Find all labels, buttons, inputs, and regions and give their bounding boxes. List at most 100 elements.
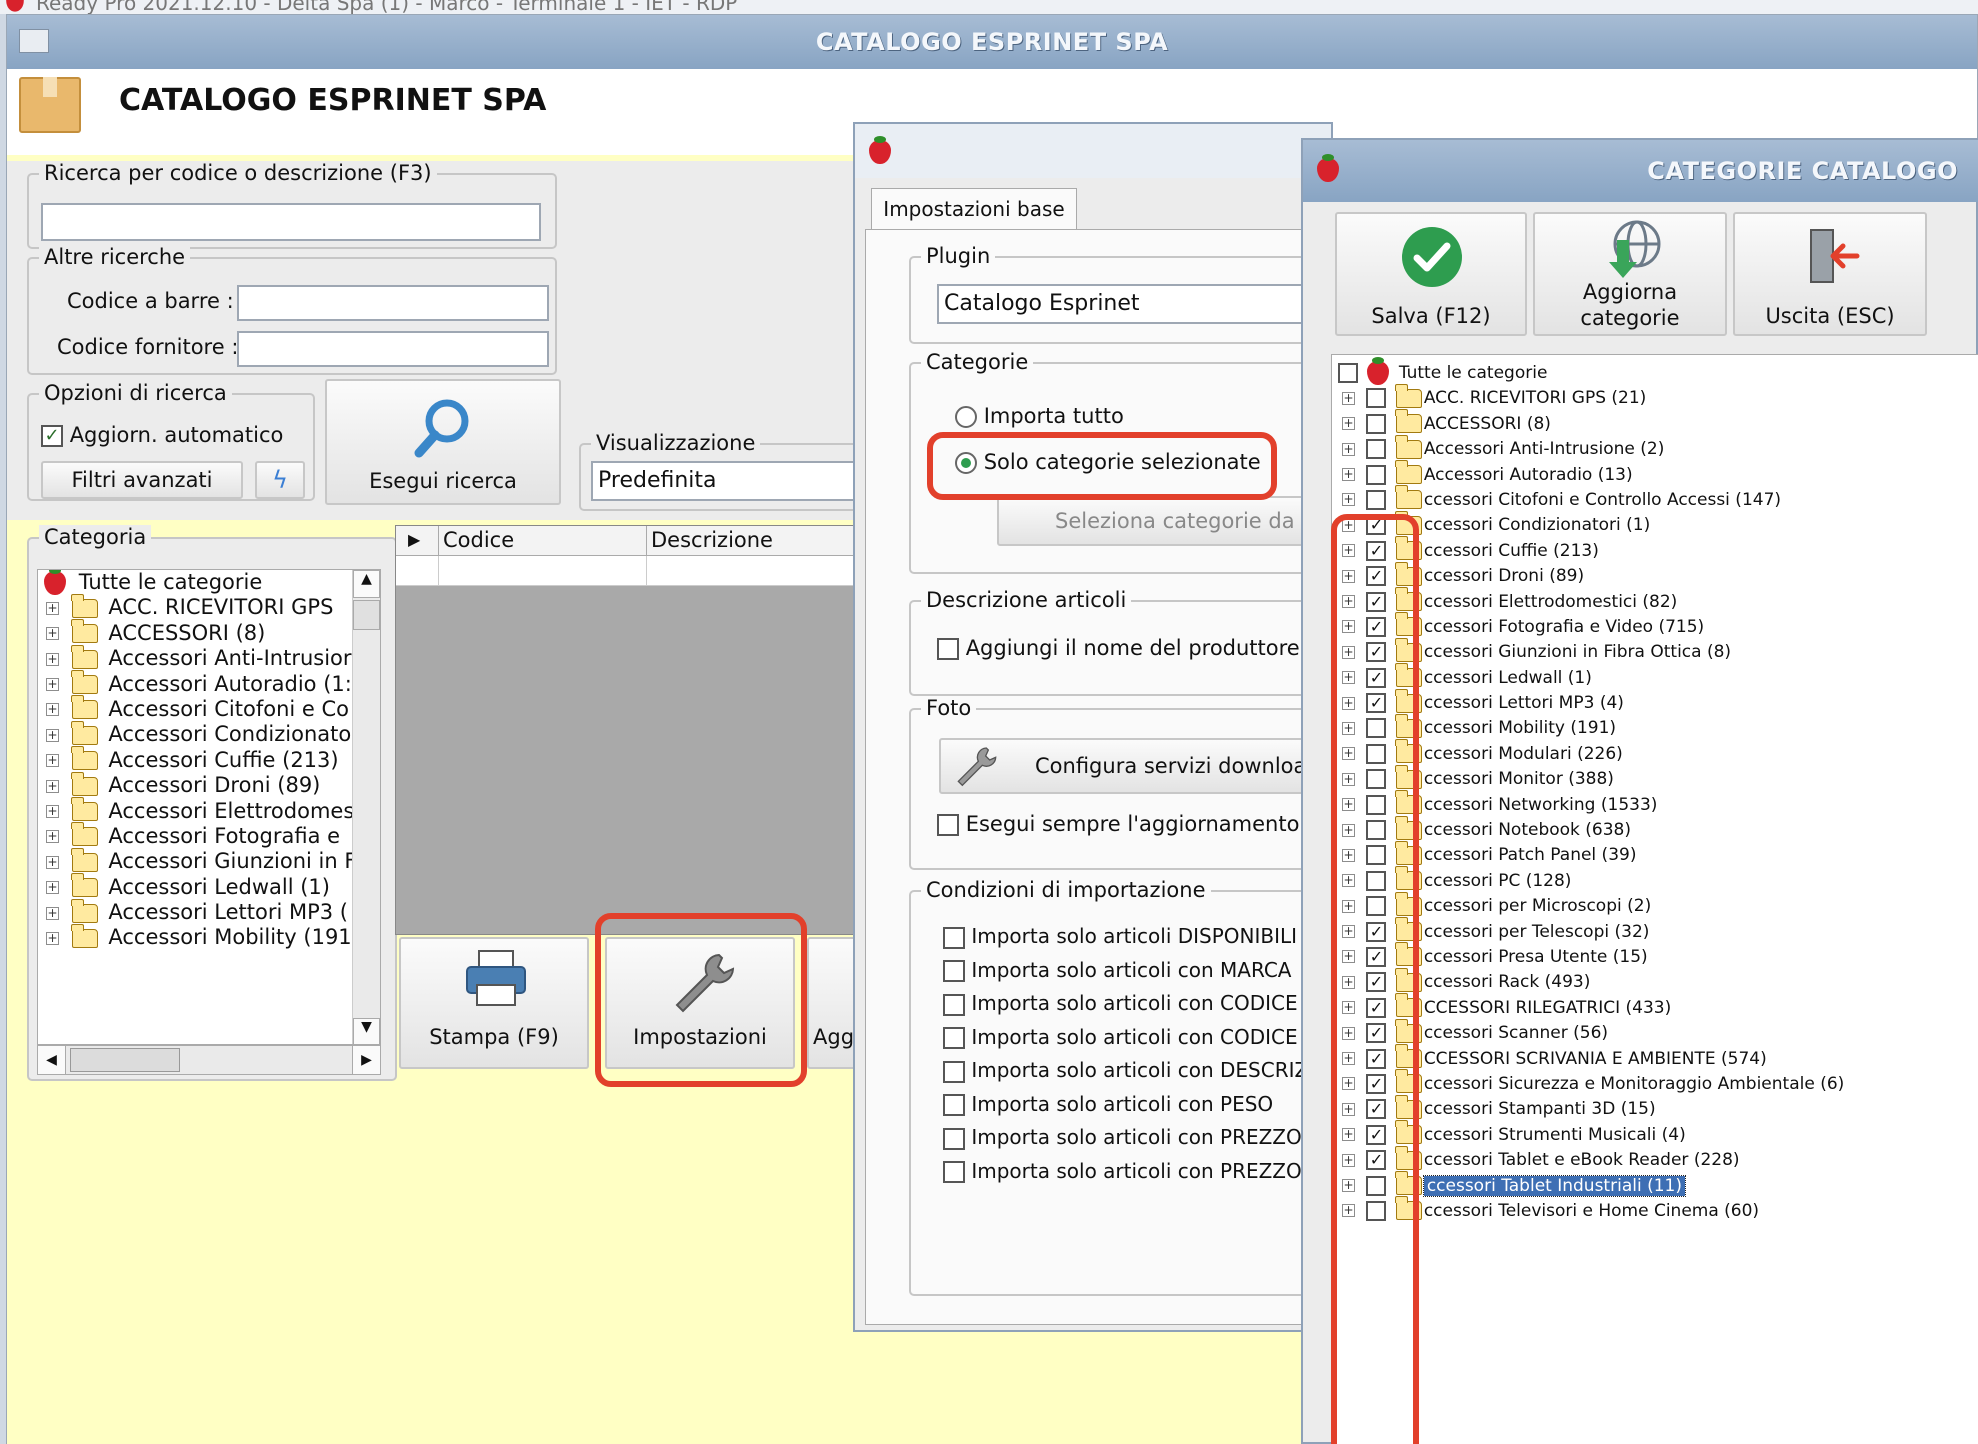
expand-icon[interactable]: + — [1342, 417, 1355, 431]
expand-icon[interactable]: + — [1342, 493, 1355, 507]
category-item[interactable]: + ccessori Televisori e Home Cinema (60) — [1332, 1196, 1978, 1224]
expand-icon[interactable]: + — [46, 881, 59, 895]
grid-col-desc[interactable]: Descrizione — [646, 526, 856, 556]
category-item[interactable]: + ccessori Tablet Industriali (11) — [1332, 1171, 1978, 1199]
category-item[interactable]: + ACCESSORI (8) — [1332, 409, 1978, 437]
grid-empty-row[interactable] — [396, 556, 856, 586]
category-item[interactable]: + ccessori PC (128) — [1332, 866, 1978, 894]
tree-root[interactable]: Tutte le categorie — [38, 570, 380, 595]
category-item[interactable]: + ✓ ccessori Stampanti 3D (15) — [1332, 1094, 1978, 1122]
scroll-thumb[interactable] — [353, 600, 380, 630]
category-item[interactable]: + ✓ ccessori Strumenti Musicali (4) — [1332, 1120, 1978, 1148]
category-item[interactable]: + ✓ ccessori Elettrodomestici (82) — [1332, 587, 1978, 615]
condition-checkbox[interactable]: Importa solo articoli con CODICE A — [943, 987, 1331, 1021]
lightning-button[interactable]: ϟ — [255, 461, 305, 499]
expand-icon[interactable]: + — [46, 678, 59, 692]
window-menu-icon[interactable] — [19, 29, 49, 53]
grid-col-code[interactable]: Codice — [438, 526, 646, 556]
category-item[interactable]: + ✓ ccessori Rack (493) — [1332, 967, 1978, 995]
execute-search-button[interactable]: Esegui ricerca — [325, 379, 561, 505]
expand-icon[interactable]: + — [46, 906, 59, 920]
category-item[interactable]: + ✓ ccessori per Telescopi (32) — [1332, 917, 1978, 945]
expand-icon[interactable]: + — [46, 931, 59, 945]
tree-item[interactable]: + Accessori Giunzioni in F — [38, 847, 380, 874]
category-item[interactable]: + ccessori per Microscopi (2) — [1332, 891, 1978, 919]
category-item[interactable]: + ✓ CCESSORI RILEGATRICI (433) — [1332, 993, 1978, 1021]
condition-checkbox[interactable]: Importa solo articoli con PESO — [943, 1088, 1331, 1122]
category-item[interactable]: + Accessori Autoradio (13) — [1332, 460, 1978, 488]
settings-dialog-titlebar[interactable] — [855, 124, 1331, 178]
tree-item[interactable]: + Accessori Citofoni e Co — [38, 695, 380, 722]
hscroll-left-arrow[interactable]: ◀ — [38, 1046, 66, 1074]
expand-icon[interactable]: + — [46, 754, 59, 768]
category-item[interactable]: + ccessori Monitor (388) — [1332, 764, 1978, 792]
articles-grid[interactable]: ▶ Codice Descrizione — [395, 525, 856, 935]
print-button[interactable]: Stampa (F9) — [399, 937, 589, 1069]
category-item[interactable]: + ACC. RICEVITORI GPS (21) — [1332, 383, 1978, 411]
condition-checkbox[interactable]: Importa solo articoli con CODICE A — [943, 1021, 1331, 1055]
tree-item[interactable]: + Accessori Condizionato — [38, 720, 380, 747]
hscroll-right-arrow[interactable]: ▶ — [352, 1046, 380, 1074]
supplier-code-input[interactable] — [237, 331, 549, 367]
tree-item[interactable]: + Accessori Droni (89) — [38, 771, 380, 798]
category-item[interactable]: + ccessori Patch Panel (39) — [1332, 840, 1978, 868]
categories-tree[interactable]: Tutte le categorie + ACC. RICEVITORI GPS… — [1331, 354, 1978, 1444]
category-item[interactable]: + ccessori Modulari (226) — [1332, 739, 1978, 767]
expand-icon[interactable]: + — [46, 703, 59, 717]
expand-icon[interactable]: + — [46, 627, 59, 641]
expand-icon[interactable]: + — [46, 779, 59, 793]
categories-dialog-titlebar[interactable]: CATEGORIE CATALOGO — [1303, 140, 1978, 202]
tree-hscroll[interactable]: ◀ ▶ — [37, 1045, 381, 1075]
condition-checkbox[interactable]: Importa solo articoli con PREZZO D — [943, 1155, 1331, 1189]
select-categories-button[interactable]: Seleziona categorie da — [997, 496, 1331, 546]
category-item[interactable]: + ✓ CCESSORI SCRIVANIA E AMBIENTE (574) — [1332, 1044, 1978, 1072]
tree-item[interactable]: + Accessori Elettrodomes — [38, 797, 380, 824]
expand-icon[interactable]: + — [1342, 442, 1355, 456]
condition-checkbox[interactable]: Importa solo articoli con MARCA — [943, 954, 1331, 988]
category-tree[interactable]: Tutte le categorie + ACC. RICEVITORI GPS… — [37, 569, 381, 1045]
expand-icon[interactable]: + — [1342, 468, 1355, 482]
search-input[interactable] — [41, 203, 541, 241]
condition-checkbox[interactable]: Importa solo articoli DISPONIBILI — [943, 920, 1331, 954]
category-checkbox[interactable] — [1366, 464, 1387, 485]
tree-item[interactable]: + ACC. RICEVITORI GPS — [38, 593, 380, 620]
save-button[interactable]: Salva (F12) — [1335, 212, 1527, 336]
expand-icon[interactable]: + — [46, 805, 59, 819]
scroll-down-arrow[interactable]: ▼ — [353, 1018, 380, 1044]
tree-item[interactable]: + ACCESSORI (8) — [38, 619, 380, 646]
main-window-titlebar[interactable]: CATALOGO ESPRINET SPA — [7, 15, 1977, 69]
category-item[interactable]: + ✓ ccessori Cuffie (213) — [1332, 536, 1978, 564]
category-item[interactable]: + ✓ ccessori Giunzioni in Fibra Ottica (… — [1332, 637, 1978, 665]
barcode-input[interactable] — [237, 285, 549, 321]
expand-icon[interactable]: + — [46, 830, 59, 844]
category-item[interactable]: + ✓ ccessori Tablet e eBook Reader (228) — [1332, 1145, 1978, 1173]
category-item[interactable]: + ccessori Mobility (191) — [1332, 713, 1978, 741]
add-producer-checkbox[interactable]: Aggiungi il nome del produttore in t — [937, 636, 1331, 660]
category-item[interactable]: + ✓ ccessori Scanner (56) — [1332, 1018, 1978, 1046]
expand-icon[interactable]: + — [46, 855, 59, 869]
hscroll-thumb[interactable] — [70, 1048, 180, 1072]
exit-button[interactable]: Uscita (ESC) — [1733, 212, 1927, 336]
category-item[interactable]: + ✓ ccessori Presa Utente (15) — [1332, 942, 1978, 970]
scroll-up-arrow[interactable]: ▲ — [353, 570, 380, 598]
condition-checkbox[interactable]: Importa solo articoli con DESCRIZI — [943, 1054, 1331, 1088]
categories-root[interactable]: Tutte le categorie — [1332, 357, 1978, 386]
category-item[interactable]: + ✓ ccessori Droni (89) — [1332, 561, 1978, 589]
category-item[interactable]: + ✓ ccessori Condizionatori (1) — [1332, 510, 1978, 538]
tree-item[interactable]: + Accessori Lettori MP3 ( — [38, 898, 380, 925]
root-checkbox[interactable] — [1338, 363, 1358, 383]
category-item[interactable]: + ✓ ccessori Fotografia e Video (715) — [1332, 612, 1978, 640]
tree-item[interactable]: + Accessori Anti-Intrusior — [38, 644, 380, 671]
expand-icon[interactable]: + — [46, 652, 59, 666]
update-button-partial[interactable]: Aggi — [807, 937, 857, 1069]
category-checkbox[interactable] — [1366, 388, 1387, 409]
photo-config-button[interactable]: Configura servizi download f — [939, 738, 1331, 794]
tree-item[interactable]: + Accessori Autoradio (1: — [38, 670, 380, 697]
category-item[interactable]: + Accessori Anti-Intrusione (2) — [1332, 434, 1978, 462]
condition-checkbox[interactable]: Importa solo articoli con PREZZO D — [943, 1121, 1331, 1155]
view-select[interactable]: Predefinita — [591, 461, 881, 501]
radio-import-all[interactable]: Importa tutto — [955, 404, 1124, 428]
category-item[interactable]: + ccessori Networking (1533) — [1332, 790, 1978, 818]
photo-always-checkbox[interactable]: Esegui sempre l'aggiornamento fot — [937, 812, 1331, 836]
expand-icon[interactable]: + — [46, 601, 59, 615]
